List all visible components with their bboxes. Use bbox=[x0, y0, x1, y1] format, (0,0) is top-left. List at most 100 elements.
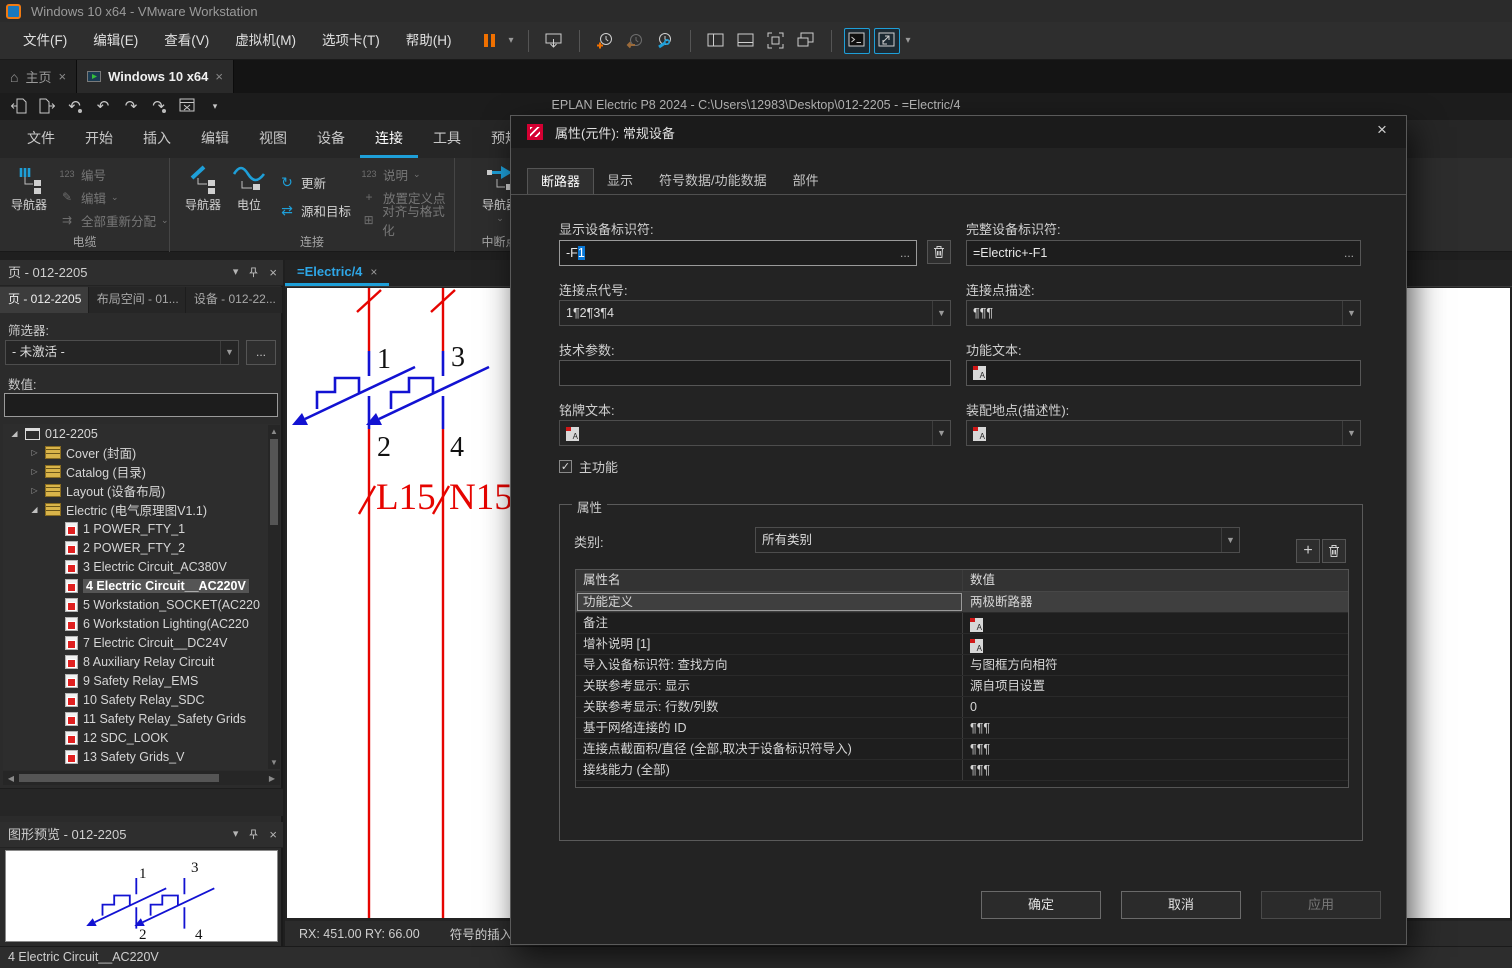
dialog-tab-4[interactable]: 部件 bbox=[780, 168, 832, 194]
chevron-down-icon[interactable]: ▼ bbox=[1221, 528, 1239, 552]
cable-reassign-button[interactable]: ⇉ 全部重新分配⌄ bbox=[58, 210, 169, 230]
add-property-button[interactable]: + bbox=[1296, 539, 1320, 563]
ribbon-tab-5[interactable]: 视图 bbox=[244, 121, 302, 158]
align-format-button[interactable]: ⊞ 对齐与格式化 bbox=[360, 210, 454, 230]
dock-tab-3[interactable]: 设备 - 012-22... bbox=[186, 287, 283, 313]
tree-item[interactable]: 8 Auxiliary Relay Circuit bbox=[3, 652, 280, 671]
tree-vertical-scrollbar[interactable]: ▲ ▼ bbox=[268, 425, 280, 769]
dialog-close-icon[interactable]: × bbox=[1370, 120, 1394, 140]
tree-item[interactable]: ▷Layout (设备布局) bbox=[3, 481, 280, 500]
tree-collapsed-icon[interactable]: ▷ bbox=[29, 467, 40, 476]
value-input[interactable] bbox=[4, 393, 278, 417]
tree-item[interactable]: 3 Electric Circuit_AC380V bbox=[3, 557, 280, 576]
pause-icon[interactable] bbox=[477, 28, 503, 54]
chevron-down-icon[interactable]: ▼ bbox=[1342, 421, 1360, 445]
table-row[interactable]: 基于网络连接的 ID¶¶¶ bbox=[576, 718, 1348, 739]
vm-menu-item[interactable]: 查看(V) bbox=[151, 22, 222, 59]
table-row[interactable]: 关联参考显示: 显示源自项目设置 bbox=[576, 676, 1348, 697]
dropdown-caret-icon[interactable]: ▾ bbox=[904, 35, 913, 46]
table-row[interactable]: 接线能力 (全部)¶¶¶ bbox=[576, 760, 1348, 781]
mounting-site-combo[interactable]: ▼ bbox=[966, 420, 1361, 446]
tree-item[interactable]: 1 POWER_FTY_1 bbox=[3, 519, 280, 538]
show-library-icon[interactable] bbox=[703, 28, 729, 54]
tree-item[interactable]: 10 Safety Relay_SDC bbox=[3, 690, 280, 709]
tab-home[interactable]: ⌂ 主页 × bbox=[0, 60, 77, 93]
tree-item[interactable]: ◢012-2205 bbox=[3, 424, 280, 443]
table-row[interactable]: 备注 bbox=[576, 613, 1348, 634]
chevron-down-icon[interactable]: ▼ bbox=[1342, 301, 1360, 325]
potential-button[interactable]: 电位 bbox=[226, 164, 272, 213]
dock-tab-1[interactable]: 页 - 012-2205 bbox=[0, 287, 89, 313]
revert-snapshot-icon[interactable] bbox=[622, 28, 648, 54]
ribbon-tab-6[interactable]: 设备 bbox=[302, 121, 360, 158]
free-stretch-icon[interactable] bbox=[793, 28, 819, 54]
tree-item[interactable]: ◢Electric (电气原理图V1.1) bbox=[3, 500, 280, 519]
qat-menu-icon[interactable]: ▾ bbox=[204, 95, 226, 117]
dock-tab-2[interactable]: 布局空间 - 01... bbox=[89, 287, 186, 313]
apply-button[interactable]: 应用 bbox=[1261, 891, 1381, 919]
undo-icon[interactable]: ↶ bbox=[92, 95, 114, 117]
cable-navigator-button[interactable]: 导航器 bbox=[6, 164, 52, 213]
tree-item[interactable]: 12 SDC_LOOK bbox=[3, 728, 280, 747]
tree-horizontal-scrollbar[interactable]: ◀ ▶ bbox=[3, 771, 280, 785]
undo-list-icon[interactable]: ↶ bbox=[64, 95, 86, 117]
cable-numbering-button[interactable]: 123 编号 bbox=[58, 164, 106, 184]
tree-item[interactable]: 13 Safety Grids_V bbox=[3, 747, 280, 766]
tree-item[interactable]: 2 POWER_FTY_2 bbox=[3, 538, 280, 557]
tree-collapsed-icon[interactable]: ▷ bbox=[29, 486, 40, 495]
chevron-down-icon[interactable]: ▼ bbox=[932, 301, 950, 325]
ribbon-tab-3[interactable]: 插入 bbox=[128, 121, 186, 158]
property-value-cell[interactable]: 0 bbox=[963, 697, 1348, 717]
category-combo[interactable]: 所有类别 ▼ bbox=[755, 527, 1240, 553]
description-button[interactable]: 123 说明⌄ bbox=[360, 164, 421, 184]
ribbon-tab-4[interactable]: 编辑 bbox=[186, 121, 244, 158]
ok-button[interactable]: 确定 bbox=[981, 891, 1101, 919]
tab-vm-close-icon[interactable]: × bbox=[215, 69, 223, 84]
property-value-cell[interactable]: 源自项目设置 bbox=[963, 676, 1348, 696]
panel-dropdown-icon[interactable]: ▾ bbox=[233, 822, 239, 847]
graphical-preview-canvas[interactable]: 1 3 2 4 bbox=[5, 850, 278, 942]
snapshot-manager-icon[interactable] bbox=[652, 28, 678, 54]
scrollbar-thumb[interactable] bbox=[270, 439, 278, 525]
dialog-tab-1[interactable]: 断路器 bbox=[527, 168, 594, 194]
ribbon-tab-1[interactable]: 文件 bbox=[12, 121, 70, 158]
tech-params-input[interactable] bbox=[559, 360, 951, 386]
vm-menu-item[interactable]: 选项卡(T) bbox=[309, 22, 393, 59]
show-thumbnail-bar-icon[interactable] bbox=[733, 28, 759, 54]
panel-dropdown-icon[interactable]: ▾ bbox=[233, 260, 239, 285]
tree-item[interactable]: 11 Safety Relay_Safety Grids bbox=[3, 709, 280, 728]
displayed-dt-input[interactable]: -F1 ... bbox=[559, 240, 917, 266]
take-snapshot-icon[interactable] bbox=[592, 28, 618, 54]
connection-point-combo[interactable]: 1¶2¶3¶4 ▼ bbox=[559, 300, 951, 326]
console-view-icon[interactable] bbox=[844, 28, 870, 54]
property-value-cell[interactable]: ¶¶¶ bbox=[963, 760, 1348, 780]
close-editors-icon[interactable] bbox=[176, 95, 198, 117]
table-row[interactable]: 导入设备标识符: 查找方向与图框方向相符 bbox=[576, 655, 1348, 676]
fullscreen-icon[interactable] bbox=[874, 28, 900, 54]
editor-tab-close-icon[interactable]: × bbox=[370, 265, 377, 279]
tree-expanded-icon[interactable]: ◢ bbox=[29, 505, 40, 514]
redo-list-icon[interactable]: ↷ bbox=[148, 95, 170, 117]
connection-desc-combo[interactable]: ¶¶¶ ▼ bbox=[966, 300, 1361, 326]
property-value-cell[interactable] bbox=[963, 634, 1348, 654]
dt-browse-button[interactable]: ... bbox=[900, 241, 910, 265]
chevron-down-icon[interactable]: ▼ bbox=[932, 421, 950, 445]
full-dt-browse-button[interactable]: ... bbox=[1344, 241, 1354, 265]
tree-collapsed-icon[interactable]: ▷ bbox=[29, 448, 40, 457]
filter-combo[interactable]: - 未激活 - ▼ bbox=[5, 340, 239, 365]
dialog-tab-3[interactable]: 符号数据/功能数据 bbox=[646, 168, 780, 194]
property-value-cell[interactable]: 两极断路器 bbox=[963, 592, 1348, 612]
update-button[interactable]: ↻ 更新 bbox=[278, 172, 326, 192]
tree-item[interactable]: 7 Electric Circuit__DC24V bbox=[3, 633, 280, 652]
table-row[interactable]: 增补说明 [1] bbox=[576, 634, 1348, 655]
function-text-input[interactable] bbox=[966, 360, 1361, 386]
fit-guest-icon[interactable] bbox=[763, 28, 789, 54]
table-row[interactable]: 功能定义两极断路器 bbox=[576, 592, 1348, 613]
send-ctrl-alt-del-icon[interactable] bbox=[541, 28, 567, 54]
tree-item[interactable]: ▷Cover (封面) bbox=[3, 443, 280, 462]
panel-close-icon[interactable]: × bbox=[269, 822, 277, 847]
property-value-cell[interactable]: ¶¶¶ bbox=[963, 739, 1348, 759]
chevron-down-icon[interactable]: ▼ bbox=[220, 341, 238, 364]
full-dt-input[interactable]: =Electric+-F1 ... bbox=[966, 240, 1361, 266]
cable-edit-button[interactable]: ✎ 编辑⌄ bbox=[58, 187, 119, 207]
